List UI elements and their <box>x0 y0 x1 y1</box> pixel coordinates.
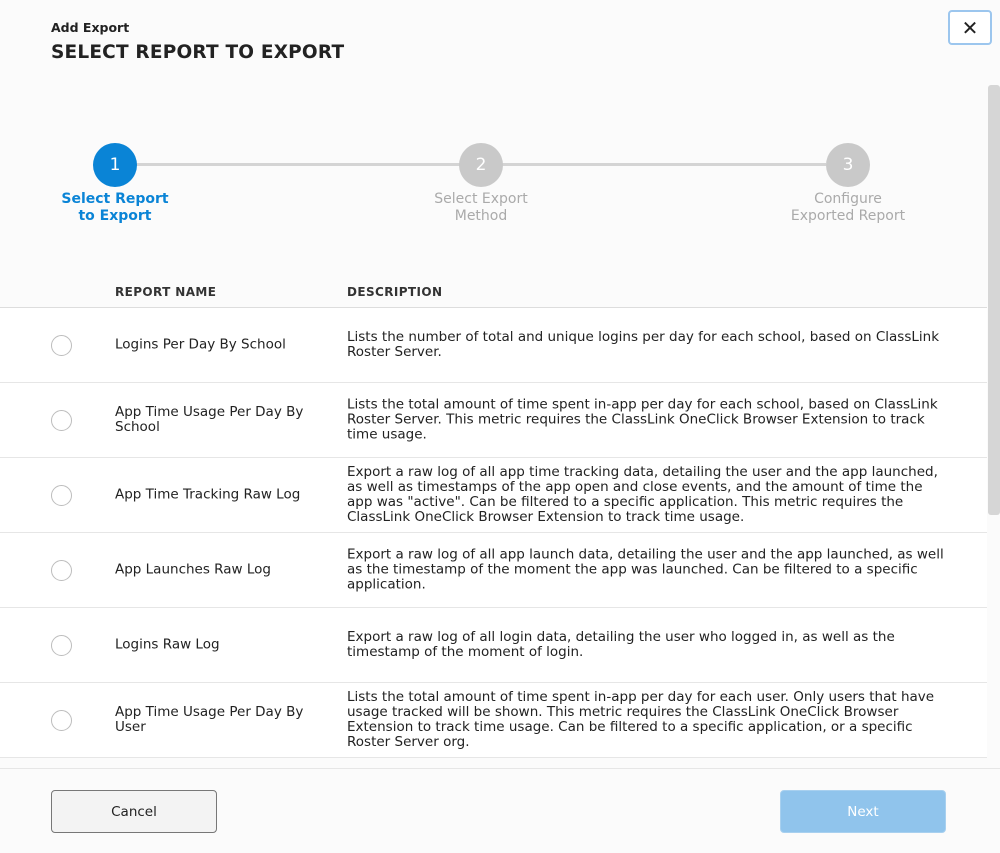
close-icon: ✕ <box>961 15 979 40</box>
close-button[interactable]: ✕ <box>948 10 992 45</box>
row-radio[interactable] <box>51 335 72 356</box>
table-row[interactable]: App Time Usage Per Day By User Lists the… <box>0 683 987 758</box>
report-name: App Time Tracking Raw Log <box>115 486 301 503</box>
report-name: Logins Raw Log <box>115 636 220 653</box>
table-row[interactable]: App Launches Raw Log Export a raw log of… <box>0 533 987 608</box>
step-1-circle: 1 <box>93 143 137 187</box>
cancel-button[interactable]: Cancel <box>51 790 217 833</box>
step-2-label: Select Export Method <box>434 191 528 224</box>
next-button[interactable]: Next <box>780 790 946 833</box>
report-description: Lists the number of total and unique log… <box>347 329 940 360</box>
step-3-label: Configure Exported Report <box>790 191 906 224</box>
report-name: Logins Per Day By School <box>115 336 286 353</box>
dialog-subtitle: Add Export <box>51 20 130 35</box>
table-row[interactable]: App Time Usage Per Day By School Lists t… <box>0 383 987 458</box>
step-2-circle: 2 <box>459 143 503 187</box>
row-radio[interactable] <box>51 485 72 506</box>
report-description: Export a raw log of all login data, deta… <box>347 629 895 660</box>
table-row[interactable]: App Time Tracking Raw Log Export a raw l… <box>0 458 987 533</box>
step-3-circle: 3 <box>826 143 870 187</box>
step-1-label: Select Report to Export <box>61 191 169 224</box>
report-description: Lists the total amount of time spent in-… <box>347 396 938 443</box>
report-name: App Launches Raw Log <box>115 561 271 578</box>
stepper-connector <box>502 163 826 166</box>
report-name: App Time Usage Per Day By School <box>115 404 304 435</box>
row-radio[interactable] <box>51 635 72 656</box>
report-description: Export a raw log of all app launch data,… <box>347 546 944 593</box>
row-radio[interactable] <box>51 710 72 731</box>
report-description: Export a raw log of all app time trackin… <box>347 464 938 525</box>
column-header-description: DESCRIPTION <box>347 285 443 299</box>
column-header-report-name: REPORT NAME <box>115 285 217 299</box>
row-radio[interactable] <box>51 410 72 431</box>
table-row[interactable]: Logins Raw Log Export a raw log of all l… <box>0 608 987 683</box>
page-title: SELECT REPORT TO EXPORT <box>51 42 345 63</box>
stepper-connector <box>136 163 460 166</box>
scrollbar[interactable] <box>988 85 1000 515</box>
row-radio[interactable] <box>51 560 72 581</box>
report-description: Lists the total amount of time spent in-… <box>347 689 935 750</box>
report-name: App Time Usage Per Day By User <box>115 704 304 735</box>
table-row[interactable]: Logins Per Day By School Lists the numbe… <box>0 308 987 383</box>
